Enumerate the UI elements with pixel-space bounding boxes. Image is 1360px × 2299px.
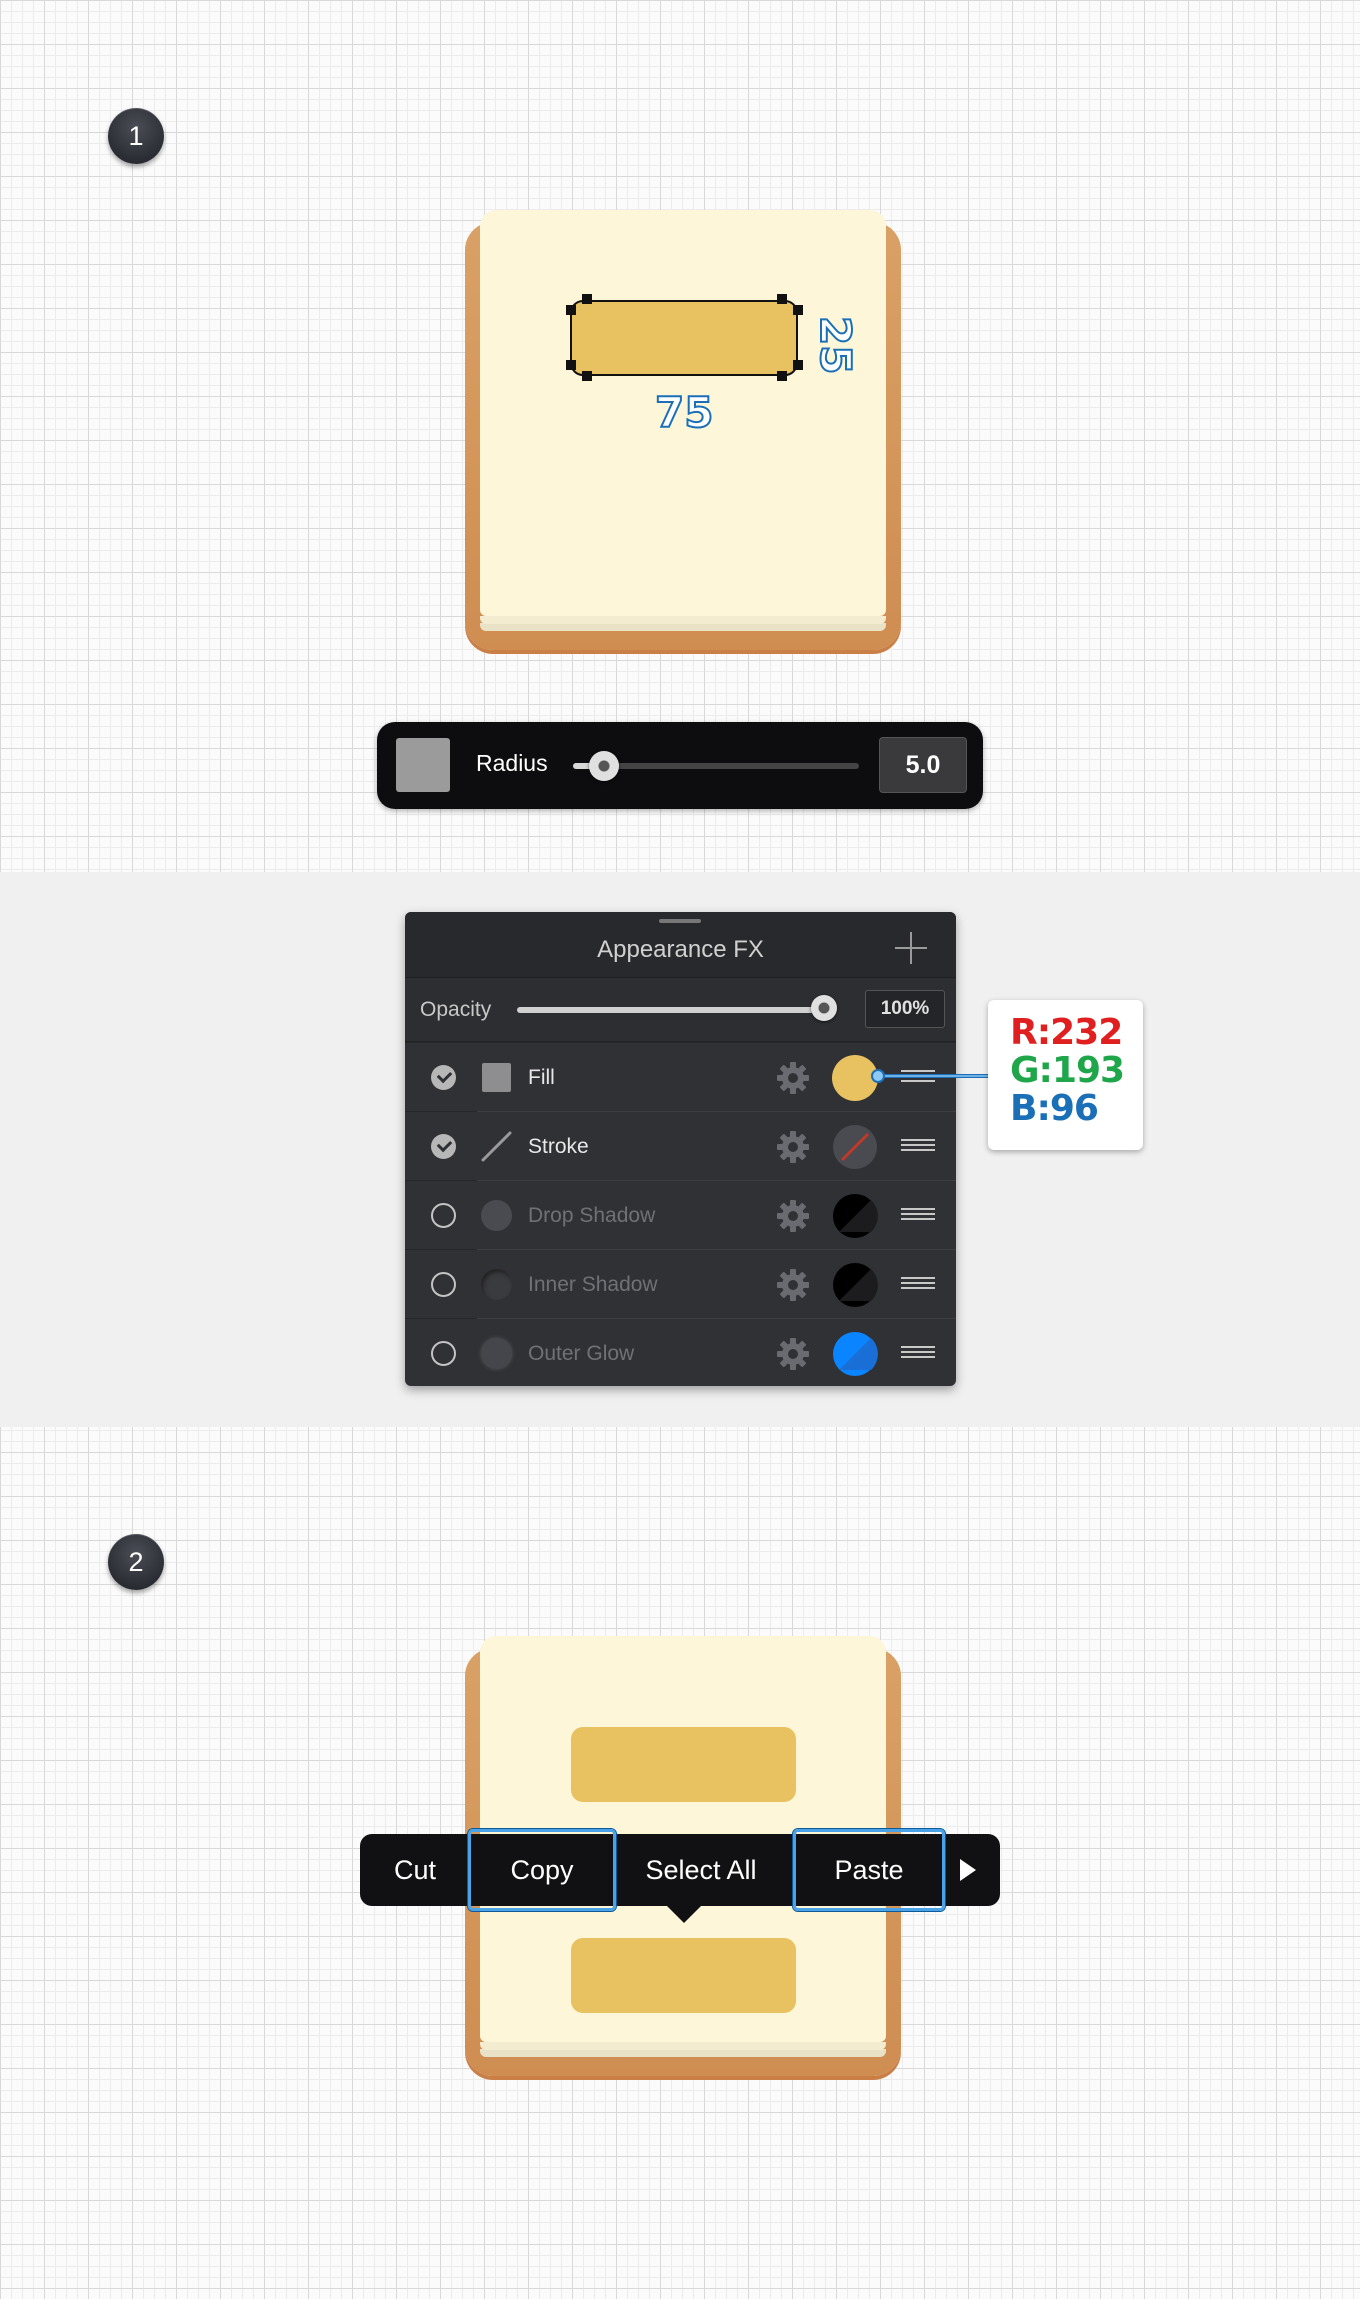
effect-label: Fill [528,1066,555,1089]
resize-handle[interactable] [777,294,787,304]
step-1-badge: 1 [108,108,164,164]
resize-handle[interactable] [777,371,787,381]
effect-label: Drop Shadow [528,1204,656,1227]
stroke-line-icon [481,1131,512,1162]
selected-rectangle[interactable] [570,300,798,376]
gear-icon[interactable] [775,1267,811,1303]
width-dimension-label: 75 [654,387,714,438]
rgb-value-callout: R:232 G:193 B:96 [988,1000,1143,1150]
opacity-row: Opacity 100% [405,978,956,1042]
red-value: R:232 [1010,1012,1123,1053]
more-options-arrow-icon[interactable] [960,1859,976,1881]
panel-title: Appearance FX [597,936,764,963]
effect-label: Stroke [528,1135,589,1158]
gear-icon[interactable] [775,1129,811,1165]
gear-icon[interactable] [775,1336,811,1372]
effect-row-drop-shadow[interactable]: Drop Shadow [405,1180,956,1249]
resize-handle[interactable] [793,360,803,370]
menu-item-select-all[interactable]: Select All [616,1834,786,1906]
effect-label: Inner Shadow [528,1273,658,1296]
gear-icon[interactable] [775,1060,811,1096]
resize-handle[interactable] [566,305,576,315]
blue-value: B:96 [1010,1088,1099,1129]
opacity-slider-track[interactable] [517,1007,833,1013]
reorder-handle-icon[interactable] [901,1208,935,1222]
outer-glow-color-swatch[interactable] [832,1331,878,1377]
fill-square-icon [482,1063,511,1092]
reorder-handle-icon[interactable] [901,1139,935,1153]
callout-connector [871,1069,990,1083]
drop-shadow-color-swatch[interactable] [832,1193,878,1239]
menu-item-cut[interactable]: Cut [360,1834,470,1906]
drop-shadow-checkbox[interactable] [431,1203,456,1228]
outer-glow-icon [481,1338,512,1369]
appearance-fx-panel: Appearance FX Opacity 100% Fill Stroke D… [405,912,956,1386]
inner-shadow-color-swatch[interactable] [832,1262,878,1308]
outer-glow-checkbox[interactable] [431,1341,456,1366]
rounded-rectangle-original[interactable] [571,1727,796,1802]
resize-handle[interactable] [582,294,592,304]
resize-handle[interactable] [566,360,576,370]
panel-header: Appearance FX [405,912,956,978]
radius-value-field[interactable]: 5.0 [879,737,967,793]
height-dimension-label: 25 [810,315,861,375]
radius-slider-knob[interactable] [589,751,619,781]
reorder-handle-icon[interactable] [901,1346,935,1360]
resize-handle[interactable] [582,371,592,381]
rounded-rectangle-copy[interactable] [571,1938,796,2013]
resize-handle[interactable] [793,305,803,315]
reorder-handle-icon[interactable] [901,1277,935,1291]
green-value: G:193 [1010,1050,1125,1091]
effect-row-inner-shadow[interactable]: Inner Shadow [405,1249,956,1318]
step-2-badge: 2 [108,1534,164,1590]
effect-label: Outer Glow [528,1342,635,1365]
drop-shadow-icon [481,1200,512,1231]
opacity-slider-knob[interactable] [811,995,837,1021]
effect-row-stroke[interactable]: Stroke [405,1111,956,1180]
menu-item-paste[interactable]: Paste [793,1829,945,1911]
inner-shadow-icon [481,1269,512,1300]
corner-type-swatch[interactable] [396,738,450,792]
inner-shadow-checkbox[interactable] [431,1272,456,1297]
radius-label: Radius [476,750,548,776]
opacity-value-field[interactable]: 100% [865,990,945,1028]
panel-grabber[interactable] [659,919,701,923]
effect-row-outer-glow[interactable]: Outer Glow [405,1318,956,1386]
radius-toolbar: Radius 5.0 [377,722,983,809]
stroke-color-none-swatch[interactable] [832,1124,878,1170]
context-menu-pointer [666,1905,702,1923]
menu-item-copy[interactable]: Copy [468,1829,616,1911]
fill-checkbox[interactable] [431,1065,456,1090]
context-menu: Cut Copy Select All Paste [360,1829,1000,1911]
gear-icon[interactable] [775,1198,811,1234]
opacity-label: Opacity [420,998,492,1021]
stroke-checkbox[interactable] [431,1134,456,1159]
add-effect-icon[interactable] [895,932,927,964]
